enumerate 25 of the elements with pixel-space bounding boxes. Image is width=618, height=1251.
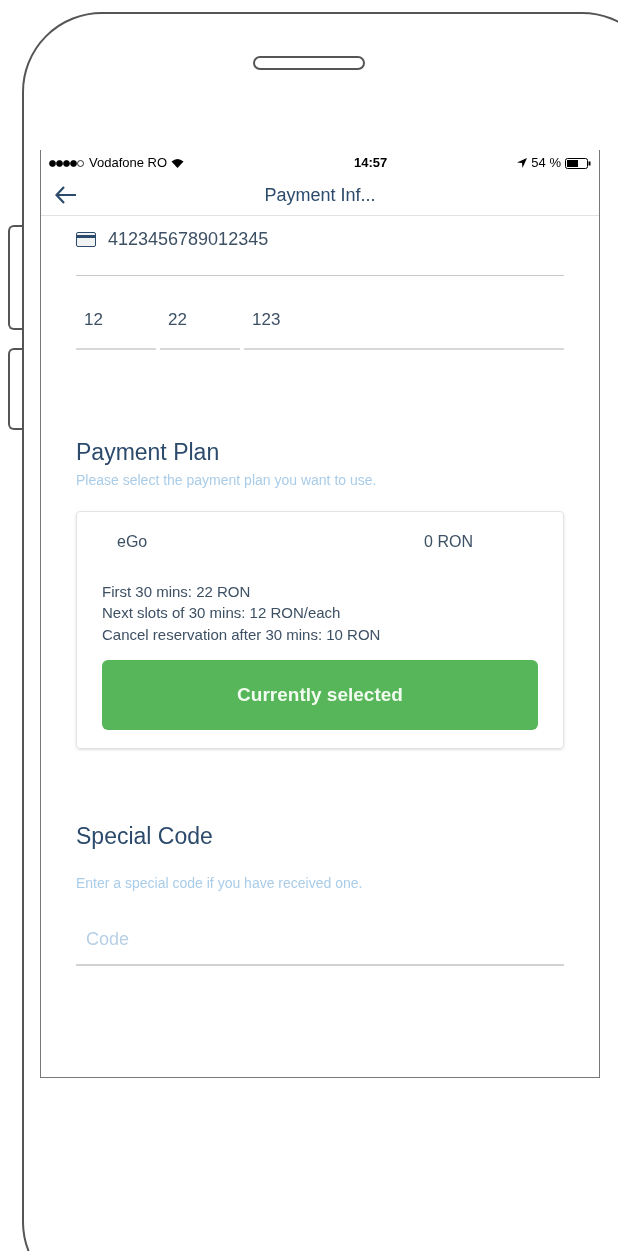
section-title: Special Code: [76, 821, 214, 851]
card-detail-field[interactable]: 12: [76, 302, 156, 350]
speaker-icon: [253, 56, 365, 70]
back-arrow-icon: [55, 186, 77, 204]
section-subtitle: Please select the payment plan you want to use.: [76, 470, 378, 490]
plan-detail: Next slots of 30 mins: 12 RON/each: [102, 603, 342, 624]
section-subtitle: Enter a special code if you have received one.: [76, 874, 364, 894]
battery-icon: [565, 157, 591, 169]
plan-name: eGo: [117, 531, 148, 552]
card-detail-field[interactable]: 123: [244, 302, 564, 350]
plan-detail: Cancel reservation after 30 mins: 10 RON: [102, 625, 382, 645]
plan-price: 0 RON: [424, 531, 473, 552]
card-detail-field[interactable]: 22: [160, 302, 240, 350]
section-title: Payment Plan: [76, 438, 221, 467]
battery-percentage: 54 %: [531, 154, 561, 173]
signal-icon: [49, 159, 85, 167]
screen-title: Payment Inf...: [264, 184, 376, 207]
code-input-field[interactable]: Code: [76, 914, 564, 967]
wifi-icon: [171, 158, 185, 168]
credit-card-icon: [76, 232, 96, 247]
carrier-name: Vodafone RO: [89, 154, 168, 173]
card-number-field[interactable]: 4123456789012345: [76, 216, 564, 276]
plan-detail: First 30 mins: 22 RON: [102, 581, 252, 602]
location-icon: [517, 158, 528, 168]
status-time: 14:57: [354, 154, 388, 173]
